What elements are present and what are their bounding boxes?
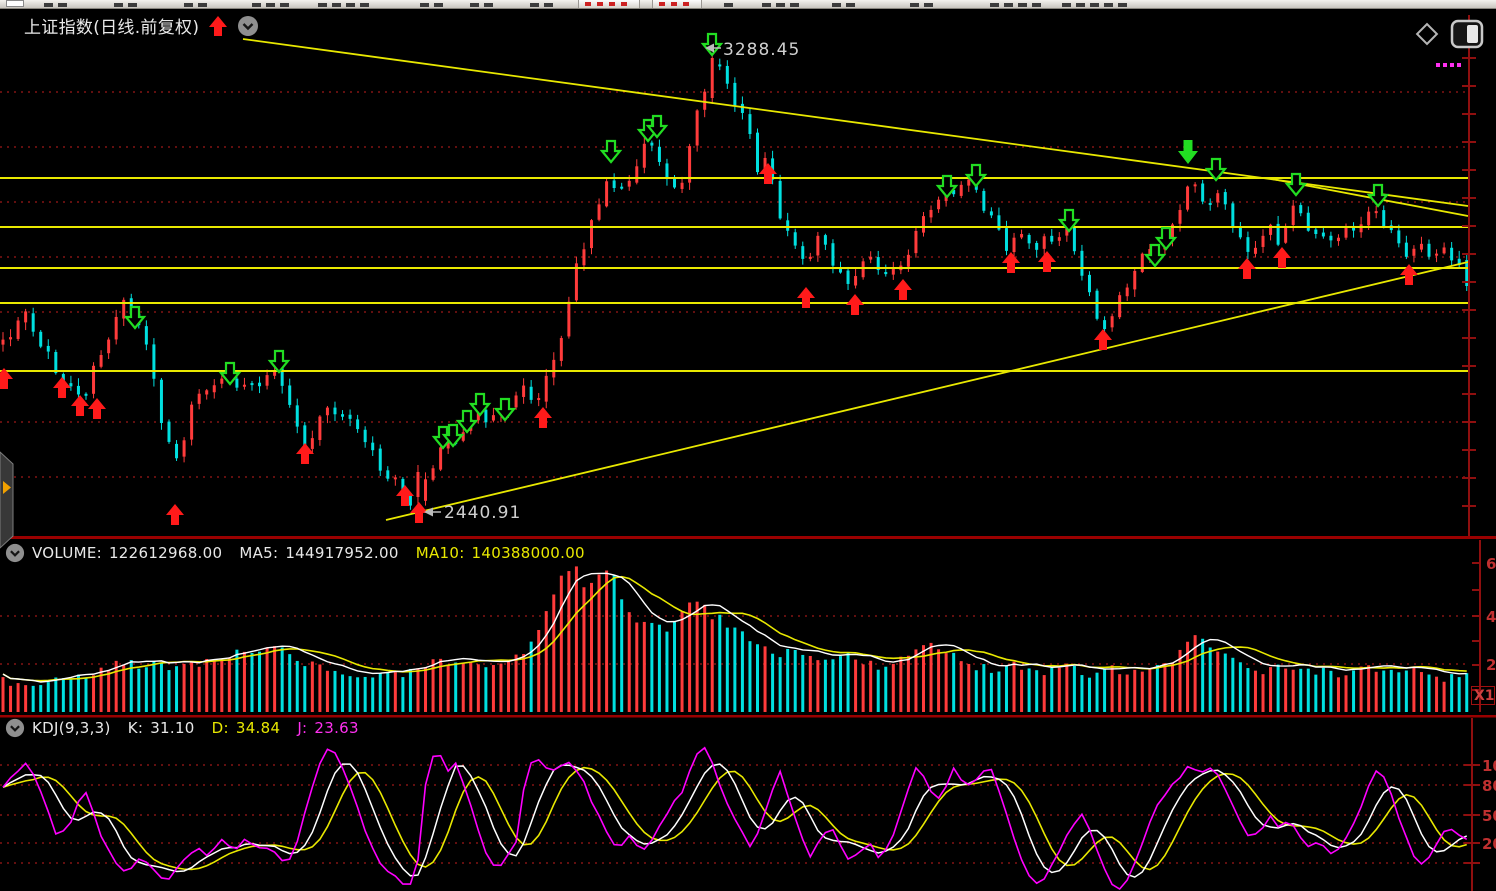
collapse-volume-button[interactable] xyxy=(5,543,25,563)
panel-layout-icon[interactable] xyxy=(1450,19,1484,49)
trend-line xyxy=(386,262,1468,520)
left-panel-handle[interactable] xyxy=(0,452,13,548)
buy-arrow-marker xyxy=(759,163,777,184)
chart-title: 上证指数(日线.前复权) xyxy=(24,13,199,38)
volume-axis-label: 2 xyxy=(1486,656,1496,674)
sell-arrow-marker xyxy=(126,307,144,328)
signal-markers xyxy=(0,34,1418,525)
buy-arrow-marker xyxy=(166,504,184,525)
ma10-label: MA10: xyxy=(416,544,465,562)
sell-arrow-marker xyxy=(270,351,288,372)
kdj-axis-label: 20 xyxy=(1482,835,1496,853)
buy-arrow-marker xyxy=(894,279,912,300)
k-label: K: xyxy=(128,719,144,737)
ma5-value: 144917952.00 xyxy=(285,544,398,562)
kdj-axis-label: 80 xyxy=(1482,777,1496,795)
sell-arrow-solid-marker xyxy=(1178,140,1198,164)
k-value: 31.10 xyxy=(150,719,194,737)
price-axes: 6 4 2 100 80 50 20 xyxy=(1462,15,1496,891)
kdj-series xyxy=(3,748,1467,889)
diamond-tool-icon[interactable] xyxy=(1412,19,1442,49)
d-value: 34.84 xyxy=(236,719,280,737)
magenta-dots-indicator xyxy=(1436,63,1461,67)
kdj-axis-label: 50 xyxy=(1482,807,1496,825)
kdj-axis-label: 100 xyxy=(1482,757,1496,775)
gridlines xyxy=(0,92,1468,863)
j-label: J: xyxy=(297,719,307,737)
volume-series xyxy=(2,566,1469,712)
collapse-main-chart-button[interactable] xyxy=(237,15,259,37)
sell-arrow-marker xyxy=(496,399,514,420)
price-pointers xyxy=(424,44,721,517)
volume-unit-label: X1 xyxy=(1471,686,1495,705)
chart-title-bar: 上证指数(日线.前复权) xyxy=(24,13,259,38)
j-value: 23.63 xyxy=(314,719,358,737)
buy-arrow-marker xyxy=(1002,252,1020,273)
kdj-panel-header: KDJ(9,3,3) K: 31.10 D: 34.84 J: 23.63 xyxy=(5,718,359,738)
app-window: 6 4 2 100 80 50 20 上证指数(日线.前复权) 3288.45 2440.9… xyxy=(0,0,1496,891)
drawn-yellow-lines[interactable] xyxy=(0,39,1468,520)
low-price-label: 2440.91 xyxy=(444,503,521,523)
chart-toolbar xyxy=(1412,19,1484,49)
volume-axis-label: 4 xyxy=(1486,608,1496,626)
sell-arrow-marker xyxy=(1207,159,1225,180)
sell-arrow-marker xyxy=(1146,245,1164,266)
d-label: D: xyxy=(212,719,229,737)
collapse-kdj-button[interactable] xyxy=(5,718,25,738)
chart-canvas[interactable]: 6 4 2 100 80 50 20 xyxy=(0,0,1496,891)
buy-arrow-marker xyxy=(534,407,552,428)
volume-label: VOLUME: xyxy=(32,544,102,562)
buy-arrow-marker xyxy=(1238,258,1256,279)
sell-arrow-marker xyxy=(602,141,620,162)
peak-price-label: 3288.45 xyxy=(723,40,800,60)
trend-up-arrow-icon xyxy=(208,15,228,37)
buy-arrow-marker xyxy=(88,398,106,419)
sell-arrow-marker xyxy=(458,411,476,432)
volume-value: 122612968.00 xyxy=(109,544,222,562)
buy-arrow-marker xyxy=(797,287,815,308)
buy-arrow-marker xyxy=(1273,247,1291,268)
ma10-value: 140388000.00 xyxy=(472,544,585,562)
ma5-label: MA5: xyxy=(239,544,278,562)
kdj-name: KDJ(9,3,3) xyxy=(32,719,111,737)
sell-arrow-marker xyxy=(1369,185,1387,206)
volume-panel-header: VOLUME: 122612968.00 MA5: 144917952.00 M… xyxy=(5,543,585,563)
kdj-j-line xyxy=(3,748,1467,889)
buy-arrow-marker xyxy=(53,377,71,398)
volume-axis-label: 6 xyxy=(1486,555,1496,573)
